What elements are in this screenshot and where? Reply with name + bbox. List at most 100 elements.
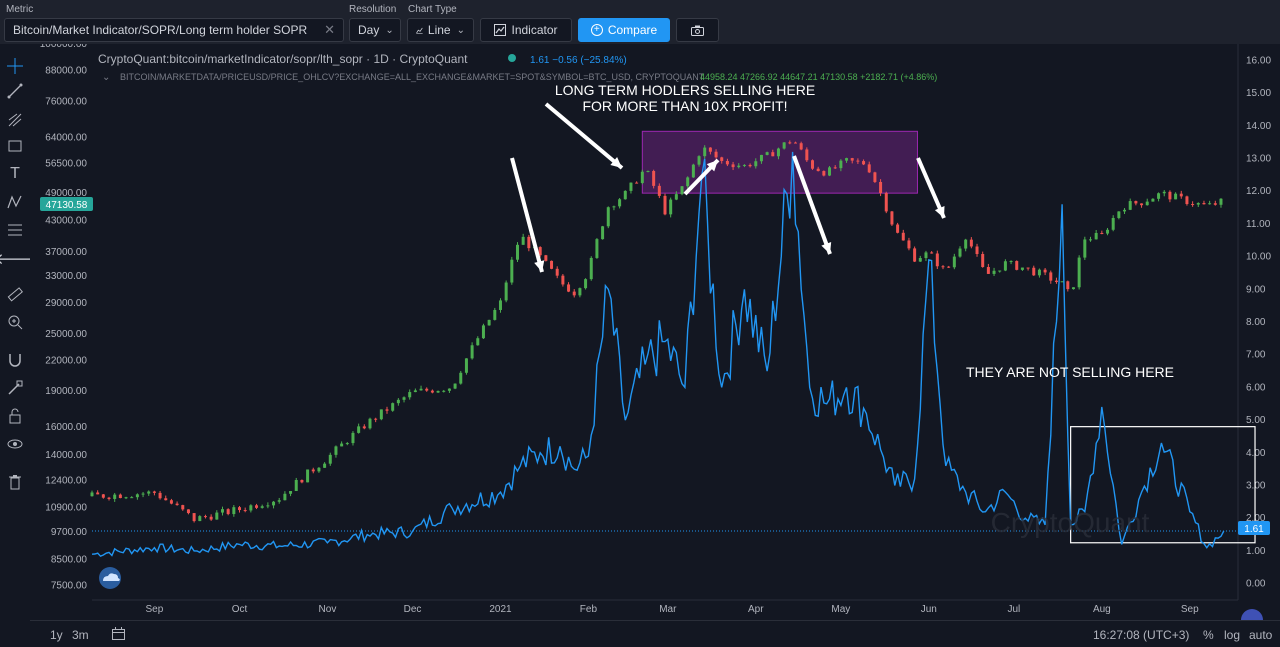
magnet-icon[interactable] xyxy=(5,350,25,370)
candle-body xyxy=(1032,267,1036,276)
candle-body xyxy=(1037,269,1041,276)
candle-body xyxy=(890,211,894,225)
pattern-icon[interactable] xyxy=(5,192,25,212)
candle-body xyxy=(907,240,911,249)
left-tick-label: 14000.00 xyxy=(45,450,87,461)
candle-body xyxy=(476,338,480,346)
candle-body xyxy=(118,494,122,499)
candle-body xyxy=(788,142,792,144)
candle-body xyxy=(203,516,207,518)
back-arrow-icon[interactable]: 🡐 xyxy=(0,248,35,268)
rectangle-icon[interactable] xyxy=(5,136,25,156)
right-tick-label: 1.00 xyxy=(1246,546,1266,557)
right-tick-label: 9.00 xyxy=(1246,284,1266,295)
candle-body xyxy=(323,463,327,468)
candle-body xyxy=(181,505,185,510)
top-bar: Metric Bitcoin/Market Indicator/SOPR/Lon… xyxy=(0,0,1280,45)
legend-main-value: 1.61 −0.56 (−25.84%) xyxy=(530,55,627,66)
candle-body xyxy=(714,151,718,158)
candle-body xyxy=(385,409,389,411)
candle-body xyxy=(1151,198,1155,202)
candle-body xyxy=(731,164,735,168)
indicator-button[interactable]: Indicator xyxy=(480,18,572,42)
candle-body xyxy=(1179,193,1183,197)
left-tick-label: 33000.00 xyxy=(45,271,87,282)
candle-body xyxy=(368,418,372,429)
left-tick-label: 29000.00 xyxy=(45,298,87,309)
range-3m-button[interactable]: 3m xyxy=(72,628,89,642)
candle-body xyxy=(725,160,729,165)
candle-body xyxy=(1208,203,1212,205)
candle-body xyxy=(124,497,128,499)
x-tick-label: May xyxy=(831,604,850,615)
range-1y-button[interactable]: 1y xyxy=(50,628,63,642)
lock-drawing-icon[interactable] xyxy=(5,378,25,398)
candle-body xyxy=(640,171,644,183)
candle-body xyxy=(101,494,105,498)
lock-icon[interactable] xyxy=(5,406,25,426)
candle-body xyxy=(856,160,860,162)
candle-body xyxy=(850,158,854,161)
left-tick-label: 7500.00 xyxy=(51,581,88,592)
candle-body xyxy=(697,156,701,165)
candle-body xyxy=(90,492,94,497)
right-tick-label: 10.00 xyxy=(1246,252,1271,263)
pitchfork-icon[interactable] xyxy=(5,110,25,130)
fib-icon[interactable] xyxy=(5,220,25,240)
screenshot-button[interactable] xyxy=(676,18,719,42)
eye-icon[interactable] xyxy=(5,434,25,454)
auto-scale-button[interactable]: auto xyxy=(1249,628,1272,642)
candle-body xyxy=(470,345,474,359)
resolution-select[interactable]: Day ⌄ xyxy=(349,18,401,42)
chart-area[interactable]: 100000.00 88000.00 76000.00 64000.00 56500.0… xyxy=(30,44,1280,620)
candle-body xyxy=(652,171,656,186)
candle-body xyxy=(1100,232,1104,234)
annotation-top-line-2: FOR MORE THAN 10X PROFIT! xyxy=(582,98,787,114)
right-tick-label: 8.00 xyxy=(1246,317,1266,328)
text-icon[interactable]: T xyxy=(5,164,25,184)
x-tick-label: 2021 xyxy=(489,604,512,615)
ruler-icon[interactable] xyxy=(5,284,25,304)
candle-body xyxy=(317,467,321,472)
compare-label: Compare xyxy=(607,23,658,37)
clear-icon[interactable]: ✕ xyxy=(324,22,335,38)
left-tick-label: 25000.00 xyxy=(45,329,87,340)
candle-body xyxy=(277,500,281,502)
candle-body xyxy=(1162,191,1166,194)
candle-body xyxy=(998,270,1002,272)
legend-visibility-icon[interactable] xyxy=(508,54,516,62)
chart-type-select[interactable]: Line ⌄ xyxy=(407,18,474,42)
chart-type-label: Chart Type xyxy=(408,4,457,15)
candle-body xyxy=(561,275,565,285)
calendar-icon[interactable] xyxy=(112,627,125,640)
candle-body xyxy=(374,418,378,420)
candle-body xyxy=(340,443,344,447)
candle-body xyxy=(107,497,111,499)
legend-price-values: 44958.24 47266.92 44647.21 47130.58 +218… xyxy=(700,72,937,82)
candle-body xyxy=(510,259,514,283)
compare-button[interactable]: + Compare xyxy=(578,18,670,42)
zoom-icon[interactable] xyxy=(5,312,25,332)
candle-body xyxy=(419,388,423,391)
log-scale-button[interactable]: log xyxy=(1224,628,1240,642)
candle-body xyxy=(589,257,593,280)
candle-body xyxy=(192,513,196,522)
right-tick-label: 7.00 xyxy=(1246,350,1266,361)
candle-body xyxy=(669,199,673,215)
trend-line-icon[interactable] xyxy=(5,81,25,101)
right-tick-label: 16.00 xyxy=(1246,55,1271,66)
candle-body xyxy=(601,226,605,240)
candle-body xyxy=(612,206,616,208)
crosshair-icon[interactable] xyxy=(5,56,25,76)
candle-body xyxy=(436,390,440,393)
legend-collapse-icon[interactable]: ⌄ xyxy=(102,72,110,83)
candle-body xyxy=(357,426,361,433)
metric-select[interactable]: Bitcoin/Market Indicator/SOPR/Long term … xyxy=(4,18,344,42)
candle-body xyxy=(1196,203,1200,205)
candle-body xyxy=(952,256,956,268)
candle-body xyxy=(1054,280,1058,282)
profit-taking-box xyxy=(641,130,918,194)
percent-scale-button[interactable]: % xyxy=(1203,628,1214,642)
trash-icon[interactable] xyxy=(5,472,25,492)
candle-body xyxy=(635,182,639,184)
